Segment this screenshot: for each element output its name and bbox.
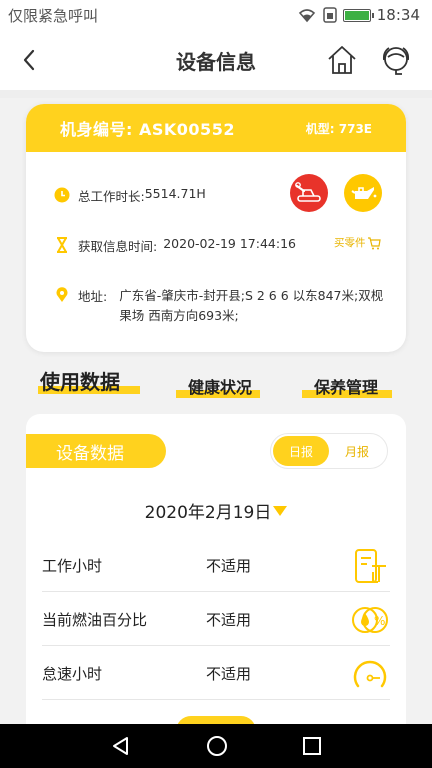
tab-usage-data-label: 使用数据 — [40, 370, 120, 394]
machine-info-card: 机身编号: ASK00552 机型: 773E 总工作时长: 5514.71H … — [26, 104, 406, 352]
row-value: 不适用 — [206, 665, 252, 683]
clock: 18:34 — [376, 6, 420, 24]
recents-square-icon[interactable] — [302, 736, 322, 756]
monthly-report-option[interactable]: 月报 — [329, 436, 385, 466]
oil-can-icon — [351, 187, 377, 199]
svg-text:%: % — [374, 614, 385, 628]
location-pin-icon — [56, 287, 68, 302]
dropdown-triangle-icon — [273, 506, 288, 516]
serial-value: ASK00552 — [138, 120, 235, 139]
sim-icon — [323, 7, 337, 23]
row-label: 当前燃油百分比 — [42, 611, 148, 629]
home-icon[interactable] — [326, 44, 358, 76]
tab-bar: 使用数据 健康状况 保养管理 — [0, 366, 432, 406]
tab-health-label: 健康状况 — [188, 378, 253, 397]
hours-icon — [355, 548, 386, 583]
status-icons: 18:34 — [297, 6, 420, 24]
fetch-time-value: 2020-02-19 17:44:16 — [163, 236, 296, 251]
repair-button[interactable] — [290, 174, 328, 212]
tab-maintenance-label: 保养管理 — [314, 378, 379, 397]
home-circle-icon[interactable] — [206, 735, 228, 757]
wifi-icon — [298, 9, 315, 23]
row-value: 不适用 — [206, 557, 252, 575]
work-hours-value: 5514.71H — [144, 186, 206, 201]
tab-health[interactable]: 健康状况 — [176, 374, 260, 398]
back-triangle-icon[interactable] — [110, 735, 132, 757]
battery-icon — [342, 8, 374, 22]
data-row-work-hours: 工作小时 不适用 — [42, 540, 390, 592]
address-row: 地址: 广东省-肇庆市-封开县;S 2 6 6 以东847米;双枧果场 西南方向… — [54, 286, 389, 326]
equipment-data-panel: 设备数据 日报 月报 2020年2月19日 工作小时 不适用 当前燃油百分比 不… — [26, 414, 406, 734]
tab-maintenance[interactable]: 保养管理 — [302, 374, 392, 398]
model-label: 机型: — [305, 121, 335, 136]
fetch-time-label: 获取信息时间: — [78, 239, 158, 254]
address-label: 地址: — [78, 289, 108, 304]
buy-parts-label: 买零件 — [334, 237, 366, 249]
model-value: 773E — [338, 121, 372, 136]
divider — [0, 90, 432, 98]
data-row-fuel-percent: 当前燃油百分比 不适用 % — [42, 594, 390, 646]
address-value: 广东省-肇庆市-封开县;S 2 6 6 以东847米;双枧果场 西南方向693米… — [119, 288, 384, 323]
row-label: 工作小时 — [42, 557, 103, 575]
status-bar: 仅限紧急呼叫 18:34 — [0, 0, 432, 30]
page-title: 设备信息 — [176, 49, 256, 74]
daily-report-option[interactable]: 日报 — [273, 436, 329, 466]
fuel-percent-icon: % — [352, 606, 388, 633]
title-bar: 设备信息 — [0, 30, 432, 90]
serial-number: 机身编号: ASK00552 — [60, 116, 235, 140]
customer-service-icon[interactable] — [380, 43, 412, 77]
work-hours-label: 总工作时长: — [78, 189, 145, 204]
report-toggle: 日报 月报 — [270, 433, 388, 469]
carrier-text: 仅限紧急呼叫 — [8, 6, 99, 25]
panel-title: 设备数据 — [26, 434, 166, 468]
work-hours-row: 总工作时长: 5514.71H — [54, 186, 206, 205]
tab-usage-data[interactable]: 使用数据 — [38, 366, 140, 395]
model: 机型: 773E — [306, 120, 372, 137]
card-header: 机身编号: ASK00552 机型: 773E — [26, 104, 406, 152]
oil-button[interactable] — [344, 174, 382, 212]
gauge-icon — [353, 660, 387, 687]
date-selector[interactable]: 2020年2月19日 — [26, 498, 406, 523]
fetch-time-row: 获取信息时间: 2020-02-19 17:44:16 — [54, 236, 296, 255]
clock-icon — [54, 187, 70, 203]
chevron-left-icon[interactable] — [18, 48, 42, 72]
navigation-bar — [0, 724, 432, 768]
buy-parts-link[interactable]: 买零件 — [334, 235, 381, 250]
hourglass-icon — [57, 237, 67, 253]
serial-label: 机身编号: — [60, 120, 133, 139]
date-value: 2020年2月19日 — [144, 503, 272, 523]
repair-icon — [295, 182, 321, 202]
cart-icon — [367, 236, 381, 249]
data-row-idle-hours: 怠速小时 不适用 — [42, 648, 390, 700]
row-label: 怠速小时 — [42, 665, 103, 683]
row-value: 不适用 — [206, 611, 252, 629]
